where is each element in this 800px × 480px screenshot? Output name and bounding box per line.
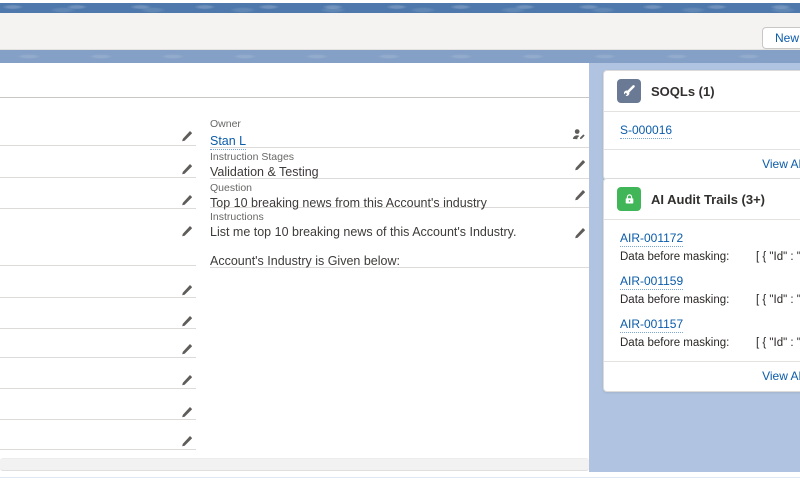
- owner-link[interactable]: Stan L: [210, 134, 247, 150]
- soqls-related-list-card: SOQLs (1) S-000016 View All: [603, 70, 800, 180]
- instructions-value-line2: Account's Industry is Given below:: [210, 254, 400, 268]
- edit-field-button[interactable]: [571, 157, 587, 173]
- change-owner-button[interactable]: [571, 126, 587, 142]
- audit-record-link[interactable]: AIR-001159: [620, 274, 684, 290]
- edit-field-button[interactable]: [178, 128, 194, 144]
- wrench-icon: [623, 85, 635, 96]
- edit-field-button[interactable]: [178, 404, 194, 420]
- collapsed-section-bar[interactable]: [0, 458, 589, 471]
- lock-icon: [625, 193, 633, 204]
- field-underline: [0, 357, 196, 358]
- data-before-masking-label: Data before masking:: [620, 294, 730, 306]
- page-bottom-divider: [0, 477, 800, 478]
- instructions-label: Instructions: [210, 211, 264, 223]
- pencil-icon: [181, 225, 192, 236]
- audit-view-all-link[interactable]: View All: [762, 369, 800, 383]
- soql-record-link[interactable]: S-000016: [620, 123, 673, 139]
- details-tab-divider: [0, 97, 589, 98]
- audit-trail-item: AIR-001172 Data before masking: [ { "Id"…: [620, 229, 800, 263]
- pencil-icon: [181, 406, 192, 417]
- data-before-masking-label: Data before masking:: [620, 337, 730, 349]
- new-soql-button[interactable]: New SOQL: [762, 27, 800, 49]
- question-value: Top 10 breaking news from this Account's…: [210, 196, 487, 210]
- soql-object-icon-tile: [617, 79, 641, 103]
- question-label: Question: [210, 182, 253, 194]
- instruction-stages-field: Instruction Stages Validation & Testing: [210, 151, 589, 179]
- instructions-field: Instructions List me top 10 breaking new…: [210, 211, 589, 268]
- edit-field-button[interactable]: [571, 225, 587, 241]
- soqls-card-title: SOQLs (1): [651, 83, 715, 99]
- edit-field-button[interactable]: [571, 187, 587, 203]
- instruction-stages-label: Instruction Stages: [210, 151, 295, 163]
- field-underline: [0, 328, 196, 329]
- audit-object-icon-tile: [617, 187, 641, 211]
- audit-card-title: AI Audit Trails (3+): [651, 191, 766, 207]
- edit-field-button[interactable]: [178, 341, 194, 357]
- pencil-icon: [574, 159, 585, 170]
- record-action-toolbar: New SOQL: [0, 13, 800, 50]
- edit-field-button[interactable]: [178, 192, 194, 208]
- pencil-icon: [574, 227, 585, 238]
- pencil-icon: [181, 130, 192, 141]
- field-underline: [0, 145, 196, 146]
- field-underline: [0, 419, 196, 420]
- owner-label: Owner: [210, 118, 241, 130]
- pencil-icon: [574, 189, 585, 200]
- pencil-icon: [181, 194, 192, 205]
- app-wallpaper-banner: [0, 3, 800, 13]
- field-underline: [0, 297, 196, 298]
- instruction-stages-value: Validation & Testing: [210, 165, 319, 179]
- audit-card-header[interactable]: AI Audit Trails (3+): [604, 179, 800, 219]
- pencil-icon: [181, 284, 192, 295]
- data-before-masking-value: [ { "Id" : "0017R00003: [756, 337, 800, 349]
- pencil-icon: [181, 343, 192, 354]
- ai-audit-trails-card: AI Audit Trails (3+) AIR-001172 Data bef…: [603, 178, 800, 392]
- data-before-masking-label: Data before masking:: [620, 251, 730, 263]
- edit-field-button[interactable]: [178, 313, 194, 329]
- soqls-card-header[interactable]: SOQLs (1): [604, 71, 800, 111]
- pencil-icon: [181, 374, 192, 385]
- edit-field-button[interactable]: [178, 161, 194, 177]
- field-underline: [0, 177, 196, 178]
- wallpaper-band: [0, 50, 800, 63]
- question-field: Question Top 10 breaking news from this …: [210, 182, 589, 210]
- audit-record-link[interactable]: AIR-001157: [620, 317, 684, 333]
- change-owner-icon: [572, 129, 585, 140]
- owner-field: Owner Stan L: [210, 118, 589, 150]
- field-underline: [0, 388, 196, 389]
- record-details-panel: Owner Stan L Instruction Stages Validati…: [0, 63, 589, 455]
- field-underline: [0, 265, 196, 266]
- edit-field-button[interactable]: [178, 372, 194, 388]
- data-before-masking-value: [ { "Id" : "0017R00003: [756, 294, 800, 306]
- pencil-icon: [181, 163, 192, 174]
- data-before-masking-value: [ { "Id" : "0017R00003: [756, 251, 800, 263]
- audit-trail-item: AIR-001159 Data before masking: [ { "Id"…: [620, 272, 800, 306]
- audit-record-link[interactable]: AIR-001172: [620, 231, 684, 247]
- field-underline: [0, 449, 196, 450]
- instructions-value: List me top 10 breaking news of this Acc…: [210, 225, 517, 239]
- edit-field-button[interactable]: [178, 223, 194, 239]
- pencil-icon: [181, 435, 192, 446]
- edit-field-button[interactable]: [178, 282, 194, 298]
- audit-trail-item: AIR-001157 Data before masking: [ { "Id"…: [620, 315, 800, 349]
- soqls-view-all-link[interactable]: View All: [762, 157, 800, 171]
- edit-field-button[interactable]: [178, 433, 194, 449]
- pencil-icon: [181, 315, 192, 326]
- field-underline: [0, 208, 196, 209]
